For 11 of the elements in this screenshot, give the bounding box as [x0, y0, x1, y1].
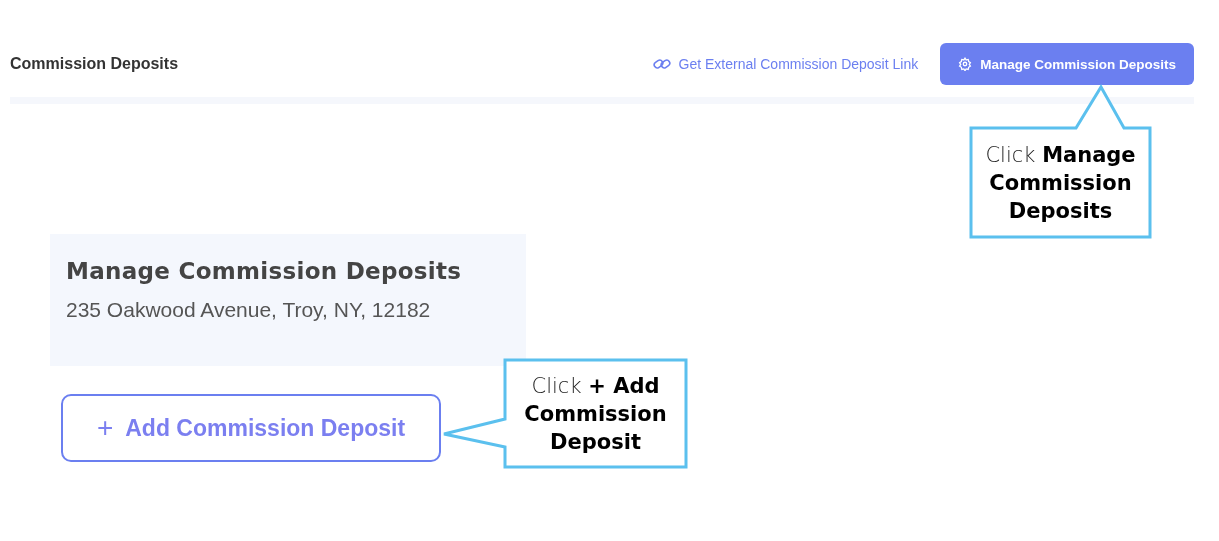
add-deposit-button[interactable]: + Add Commission Deposit [61, 394, 441, 462]
link-icon [652, 57, 671, 71]
gear-icon [958, 57, 973, 71]
plus-icon: + [96, 412, 114, 444]
manage-deposits-button[interactable]: Manage Commission Deposits [940, 43, 1194, 85]
callout-text: Click Manage Commission Deposits [984, 141, 1137, 225]
card-title: Manage Commission Deposits [66, 258, 463, 284]
address-text: 235 Oakwood Avenue, Troy, NY, 12182 [66, 298, 432, 322]
page-title: Commission Deposits [10, 55, 180, 73]
callout-text: Click + Add Commission Deposit [523, 372, 668, 456]
external-link[interactable]: Get External Commission Deposit Link [652, 56, 919, 72]
